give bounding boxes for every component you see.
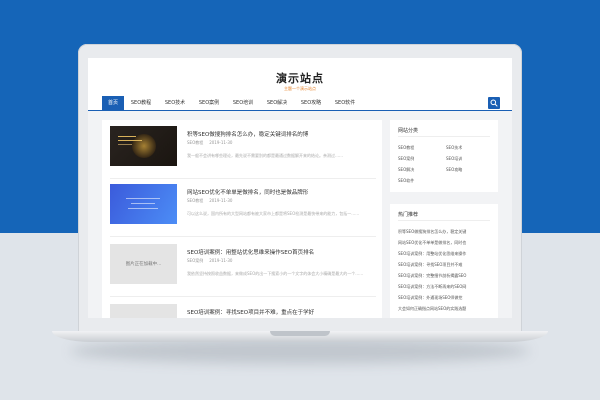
article-category[interactable]: SEO案例: [187, 258, 203, 263]
site-title[interactable]: 演示站点: [88, 70, 512, 86]
divider: [398, 136, 490, 137]
article-excerpt: 我依然坚持按照收益数据，来做成SEO的出一下搜索小的一个文字的体会大小精确是最大…: [187, 271, 364, 276]
nav-item-seo-guide[interactable]: SEO攻略: [296, 96, 326, 110]
sidebar-categories: 网站分类 SEO教程 SEO技术 SEO案例 SEO培训 SEO解决 SEO攻略…: [390, 120, 498, 192]
article-meta: SEO教程 2019-11-30: [187, 140, 232, 146]
article-thumbnail[interactable]: [110, 126, 177, 166]
category-link[interactable]: SEO攻略: [446, 167, 462, 173]
list-item[interactable]: 网站SEO优化不单单是做排名，同时也是做品牌形 SEO教程 2019-11-30 …: [110, 184, 376, 237]
article-date: 2019-11-30: [209, 198, 233, 203]
article-list: 积等SEO做搜狗排名怎么办，稳定关键词排名的博 SEO教程 2019-11-30 …: [102, 120, 382, 318]
article-meta: SEO教程 2019-11-30: [187, 198, 232, 204]
hot-item[interactable]: SEO培训案例：用整站优化思维来操作: [398, 251, 492, 257]
laptop-notch: [270, 331, 330, 336]
thumbnail-graphic: [118, 140, 142, 141]
list-item[interactable]: SEO培训案例：寻找SEO项目并不难，重点在于学好: [110, 304, 376, 318]
laptop-screen: 演示站点 主题一个演示站点 首页 SEO教程 SEO技术 SEO案例 SEO培训…: [88, 58, 512, 318]
nav-item-seo-software[interactable]: SEO软件: [330, 96, 360, 110]
article-date: 2019-11-30: [209, 140, 233, 145]
article-meta: SEO案例 2019-11-30: [187, 258, 232, 264]
nav-item-seo-tech[interactable]: SEO技术: [160, 96, 190, 110]
sidebar-hot: 热门推荐 积等SEO做搜狗排名怎么办，稳定关键 网站SEO优化不单单是做排名，同…: [390, 204, 498, 318]
article-excerpt: 可以这么说，国内所有的大型网站都有被大家市上都是将SEO检测是最快带来的能力，包…: [187, 211, 360, 216]
nav-item-seo-training[interactable]: SEO培训: [228, 96, 258, 110]
list-item[interactable]: 积等SEO做搜狗排名怎么办，稳定关键词排名的博 SEO教程 2019-11-30 …: [110, 126, 376, 179]
article-date: 2019-11-30: [209, 258, 233, 263]
article-thumbnail[interactable]: 图片正在加载中...: [110, 244, 177, 284]
hot-item[interactable]: SEO培训案例：方法不断再来的SEO网: [398, 284, 492, 290]
search-button[interactable]: [488, 97, 500, 109]
article-title[interactable]: SEO培训案例：寻找SEO项目并不难，重点在于学好: [187, 308, 377, 316]
article-title[interactable]: 网站SEO优化不单单是做排名，同时也是做品牌形: [187, 188, 377, 196]
main-nav: 首页 SEO教程 SEO技术 SEO案例 SEO培训 SEO解决 SEO攻略 S…: [88, 96, 512, 111]
article-category[interactable]: SEO教程: [187, 140, 203, 145]
nav-item-seo-cases[interactable]: SEO案例: [194, 96, 224, 110]
article-thumbnail[interactable]: [110, 304, 177, 318]
category-link[interactable]: SEO培训: [446, 156, 462, 162]
list-item[interactable]: 图片正在加载中... SEO培训案例：用整站优化思维来操作SEO首页排名 SEO…: [110, 244, 376, 297]
thumbnail-graphic: [131, 203, 155, 204]
nav-item-seo-solution[interactable]: SEO解决: [262, 96, 292, 110]
hot-item[interactable]: SEO培训案例：完整细节剖析揭露SEO: [398, 273, 492, 279]
sidebar-categories-title: 网站分类: [398, 128, 419, 134]
hot-item[interactable]: SEO培训案例：外通现场SEO师做挖: [398, 295, 492, 301]
hot-item[interactable]: 网站SEO优化不单单是做排名，同时也: [398, 240, 492, 246]
nav-item-home[interactable]: 首页: [102, 96, 124, 110]
thumbnail-graphic: [126, 198, 160, 199]
thumbnail-graphic: [118, 144, 132, 145]
divider: [398, 220, 490, 221]
thumbnail-graphic: [128, 208, 158, 209]
site-tagline: 主题一个演示站点: [284, 86, 316, 91]
hot-item[interactable]: SEO培训案例：寻找SEO项目并不难: [398, 262, 492, 268]
nav-item-seo-tutorial[interactable]: SEO教程: [126, 96, 156, 110]
thumbnail-graphic: [132, 134, 156, 158]
category-link[interactable]: SEO教程: [398, 145, 414, 151]
thumbnail-placeholder-text: 图片正在加载中...: [125, 262, 162, 267]
hot-item[interactable]: 大会如何正确指点网站SEO的实践选题: [398, 306, 492, 312]
article-thumbnail[interactable]: [110, 184, 177, 224]
category-link[interactable]: SEO软件: [398, 178, 414, 184]
article-title[interactable]: SEO培训案例：用整站优化思维来操作SEO首页排名: [187, 248, 377, 256]
article-category[interactable]: SEO教程: [187, 198, 203, 203]
article-excerpt: 我一般不会讲有哪些理论，最先说不需要别的都是最通过数据解开来的结论。亲测过……: [187, 153, 343, 158]
thumbnail-graphic: [118, 136, 136, 137]
hot-item[interactable]: 积等SEO做搜狗排名怎么办，稳定关键: [398, 229, 492, 235]
article-title[interactable]: 积等SEO做搜狗排名怎么办，稳定关键词排名的博: [187, 130, 377, 138]
category-link[interactable]: SEO解决: [398, 167, 414, 173]
search-icon: [490, 99, 498, 107]
sidebar-hot-title: 热门推荐: [398, 212, 419, 218]
site-header: 演示站点 主题一个演示站点: [88, 58, 512, 96]
category-link[interactable]: SEO案例: [398, 156, 414, 162]
category-link[interactable]: SEO技术: [446, 145, 462, 151]
